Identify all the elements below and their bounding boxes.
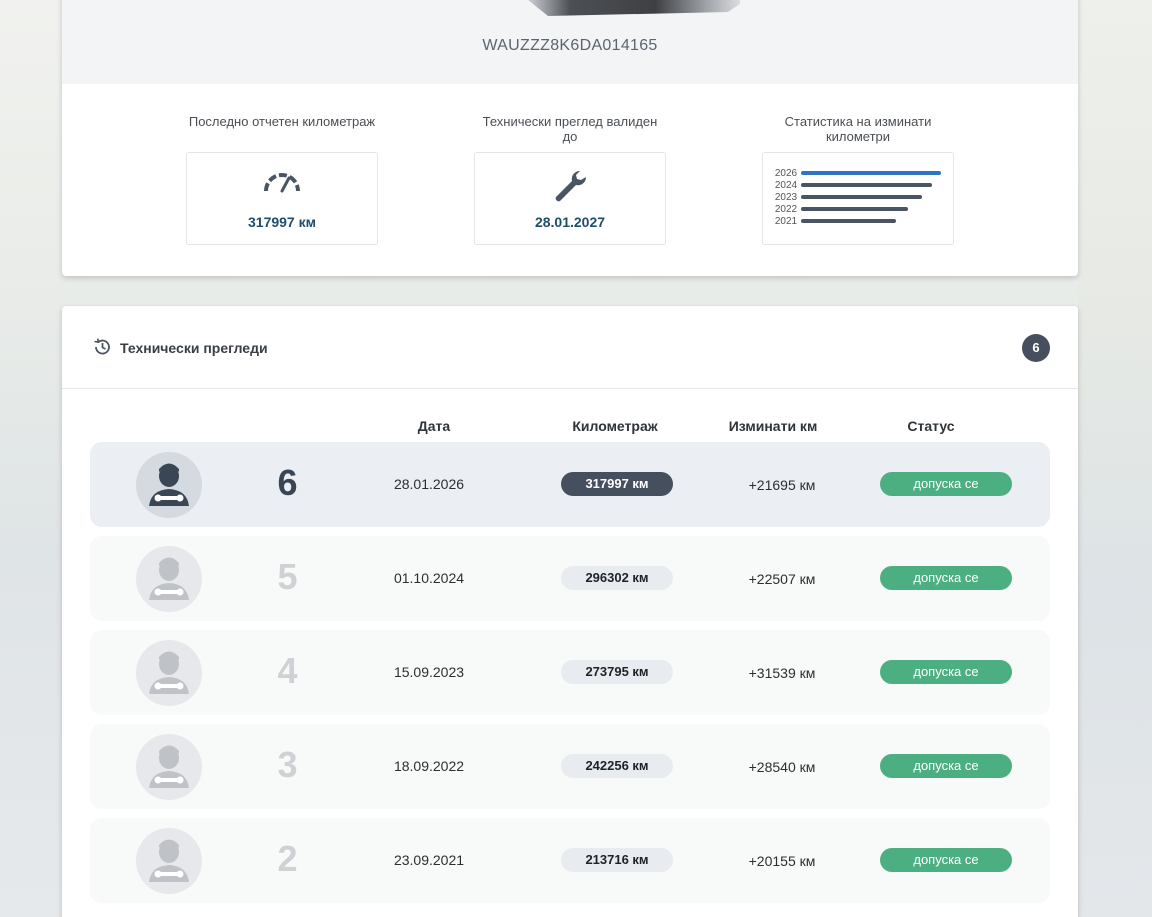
stat-chart-box[interactable]: 2026 2024 2023 2022 2021: [762, 152, 954, 245]
stat-inspection: Технически преглед валиден до 28.01.2027: [474, 114, 666, 245]
vehicle-header: WAUZZZ8K6DA014165: [62, 0, 1078, 84]
inspection-driven-km: +20155 км: [748, 853, 816, 869]
inspection-date: 18.09.2022: [393, 758, 465, 774]
mini-chart-row: 2026: [771, 167, 941, 179]
car-image: [528, 0, 740, 16]
inspection-number: 5: [277, 556, 298, 597]
inspections-title: Технически прегледи: [120, 340, 268, 356]
mini-chart-row: 2024: [771, 179, 932, 191]
mini-chart-bar: [801, 171, 941, 175]
stat-mileage: Последно отчетен километраж 317997 км: [186, 114, 378, 245]
mini-chart-bar: [801, 207, 909, 211]
mini-chart-row: 2023: [771, 191, 922, 203]
stat-inspection-value: 28.01.2027: [534, 214, 606, 230]
inspection-driven-km: +22507 км: [748, 571, 816, 587]
wrench-icon: [555, 170, 587, 202]
column-header-status: Статус: [907, 418, 955, 434]
inspection-mileage-badge: 242256 км: [561, 754, 673, 778]
inspections-card: Технически прегледи 6 Дата Километраж Из…: [62, 306, 1078, 917]
stat-chart: Статистика на изминати километри 2026 202…: [762, 114, 954, 245]
mini-chart-row: 2021: [771, 215, 896, 227]
mini-chart-bar: [801, 183, 932, 187]
inspection-status-badge: допуска се: [880, 754, 1012, 778]
mini-chart-bar: [801, 219, 896, 223]
mini-chart-year-label: 2026: [774, 167, 798, 179]
inspection-mileage-badge: 273795 км: [561, 660, 673, 684]
inspection-status-badge: допуска се: [880, 472, 1012, 496]
inspection-status-badge: допуска се: [880, 848, 1012, 872]
background-left: [0, 0, 62, 917]
inspection-driven-km: +31539 км: [748, 665, 816, 681]
inspection-date: 15.09.2023: [393, 664, 465, 680]
inspection-driven-km: +21695 км: [748, 477, 816, 493]
mini-chart-year-label: 2022: [774, 203, 798, 215]
mechanic-avatar-icon: [136, 452, 202, 518]
vehicle-card: WAUZZZ8K6DA014165 Последно отчетен килом…: [62, 0, 1078, 276]
mini-chart-year-label: 2023: [774, 191, 798, 203]
speedometer-icon: [264, 173, 300, 193]
inspection-number: 4: [277, 650, 298, 691]
inspections-count-badge: 6: [1022, 334, 1050, 362]
mini-chart-row: 2022: [771, 203, 909, 215]
inspection-status-badge: допуска се: [880, 660, 1012, 684]
inspection-status-badge: допуска се: [880, 566, 1012, 590]
mini-chart-bar: [801, 195, 922, 199]
stat-mileage-value: 317997 км: [248, 214, 316, 230]
inspection-date: 01.10.2024: [393, 570, 465, 586]
column-header-date: Дата: [417, 418, 451, 434]
mechanic-avatar-icon: [136, 640, 202, 706]
inspection-date: 28.01.2026: [393, 476, 465, 492]
inspections-header: Технически прегледи 6: [62, 306, 1078, 389]
stat-mileage-label: Последно отчетен километраж: [188, 114, 376, 129]
inspection-number: 6: [277, 462, 298, 503]
inspection-row[interactable]: 4 15.09.2023 273795 км +31539 км допуска се: [90, 630, 1050, 715]
inspection-mileage-badge: 296302 км: [561, 566, 673, 590]
mechanic-avatar-icon: [136, 734, 202, 800]
inspection-driven-km: +28540 км: [748, 759, 816, 775]
inspection-row[interactable]: 3 18.09.2022 242256 км +28540 км допуска се: [90, 724, 1050, 809]
inspection-mileage-badge: 317997 км: [561, 472, 673, 496]
mini-chart-year-label: 2021: [774, 215, 798, 227]
column-header-driven: Изминати км: [728, 418, 818, 434]
inspection-date: 23.09.2021: [393, 852, 465, 868]
stat-inspection-box: 28.01.2027: [474, 152, 666, 245]
stat-chart-label: Статистика на изминати километри: [784, 114, 932, 144]
inspection-row[interactable]: 5 01.10.2024 296302 км +22507 км допуска се: [90, 536, 1050, 621]
mechanic-avatar-icon: [136, 546, 202, 612]
inspection-number: 3: [277, 744, 298, 785]
mini-chart-year-label: 2024: [774, 179, 798, 191]
background-right: [1078, 0, 1152, 917]
history-icon: [94, 338, 110, 355]
inspection-row[interactable]: 6 28.01.2026 317997 км +21695 км допуска се: [90, 442, 1050, 527]
column-header-mileage: Километраж: [572, 418, 658, 434]
stat-inspection-label: Технически преглед валиден до: [482, 114, 658, 144]
mechanic-avatar-icon: [136, 828, 202, 894]
mileage-mini-chart: 2026 2024 2023 2022 2021: [771, 167, 947, 231]
vin-number: WAUZZZ8K6DA014165: [482, 37, 658, 54]
stat-mileage-box: 317997 км: [186, 152, 378, 245]
inspection-row[interactable]: 2 23.09.2021 213716 км +20155 км допуска се: [90, 818, 1050, 903]
inspection-number: 2: [277, 838, 298, 879]
inspection-mileage-badge: 213716 км: [561, 848, 673, 872]
